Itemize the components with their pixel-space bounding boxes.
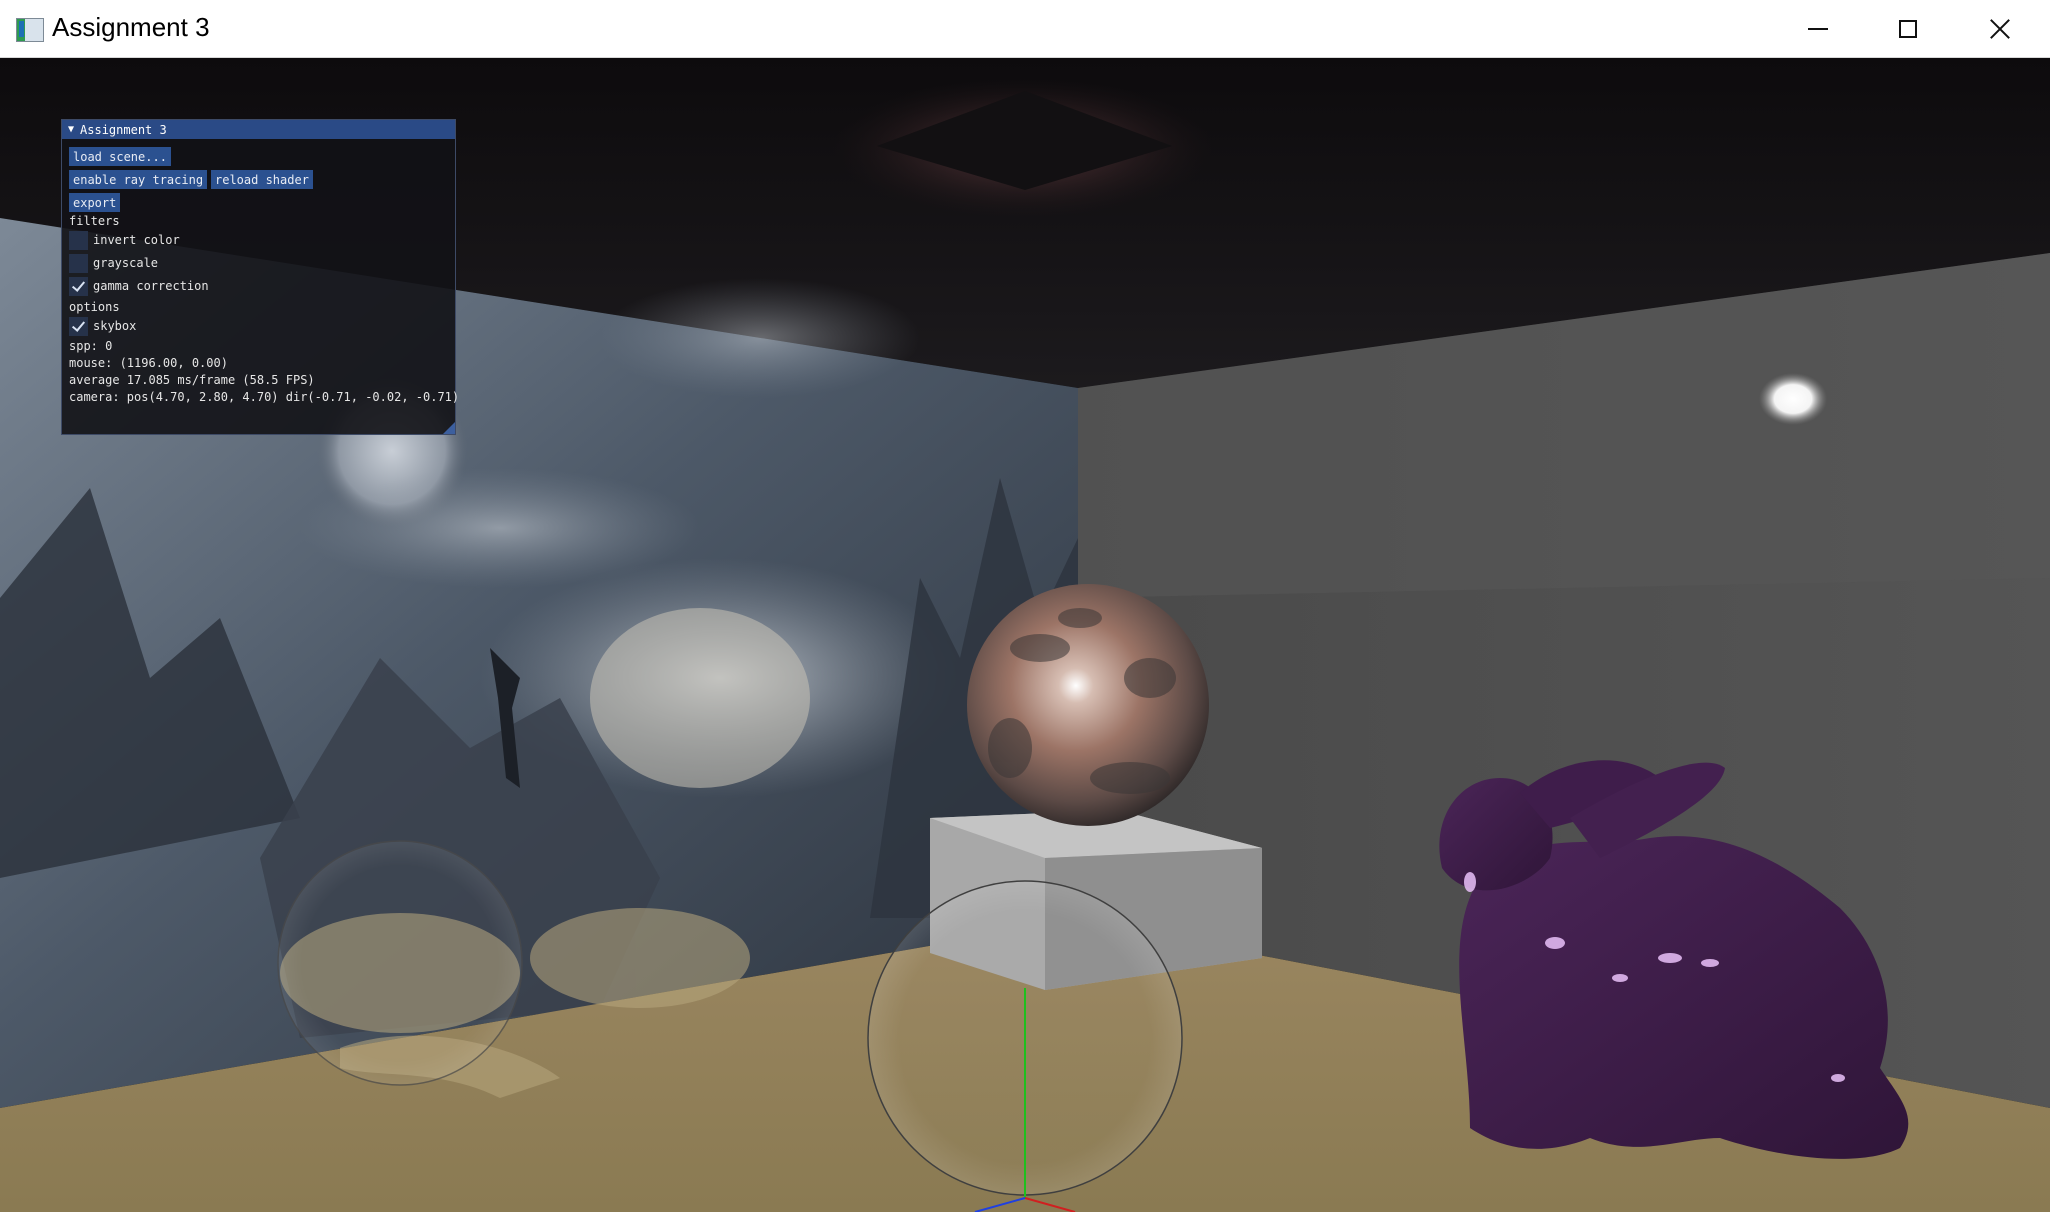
mouse-readout: mouse: (1196.00, 0.00) — [69, 356, 228, 370]
invert-color-checkbox[interactable] — [69, 231, 88, 250]
invert-color-label: invert color — [93, 233, 180, 247]
panel-header[interactable]: ▼ Assignment 3 — [62, 120, 455, 139]
enable-ray-tracing-button[interactable]: enable ray tracing — [69, 170, 208, 189]
resize-grip[interactable] — [443, 422, 455, 434]
export-button[interactable]: export — [69, 193, 121, 212]
minimize-button[interactable] — [1772, 0, 1864, 58]
options-label: options — [69, 300, 120, 314]
gamma-correction-checkbox[interactable] — [69, 277, 88, 296]
maximize-icon — [1899, 20, 1917, 38]
skybox-label: skybox — [93, 319, 137, 333]
camera-readout: camera: pos(4.70, 2.80, 4.70) dir(-0.71,… — [69, 390, 460, 404]
app-window-icon — [16, 18, 44, 42]
frame-time-readout: average 17.085 ms/frame (58.5 FPS) — [69, 373, 315, 387]
panel-title: Assignment 3 — [80, 122, 167, 137]
spp-readout: spp: 0 — [69, 339, 113, 353]
maximize-button[interactable] — [1862, 0, 1954, 58]
point-light — [1759, 373, 1827, 425]
grayscale-label: grayscale — [93, 256, 159, 270]
cloud-2 — [300, 468, 700, 588]
cloud-3 — [600, 278, 920, 398]
close-button[interactable] — [1954, 0, 2046, 58]
imgui-panel[interactable]: ▼ Assignment 3 load scene... enable ray … — [61, 119, 460, 435]
title-bar: Assignment 3 — [0, 0, 2050, 58]
glass-sphere-left — [277, 840, 523, 1086]
window-title: Assignment 3 — [52, 12, 210, 42]
close-icon — [1989, 18, 2011, 40]
render-viewport[interactable]: ▼ Assignment 3 load scene... enable ray … — [0, 58, 2050, 1212]
reload-shader-button[interactable]: reload shader — [211, 170, 313, 189]
gamma-correction-label: gamma correction — [93, 279, 209, 293]
collapse-triangle-icon[interactable]: ▼ — [68, 124, 74, 135]
filters-label: filters — [69, 214, 120, 228]
minimize-icon — [1808, 28, 1828, 30]
load-scene-button[interactable]: load scene... — [69, 147, 171, 166]
skybox-checkbox[interactable] — [69, 317, 88, 336]
grayscale-checkbox[interactable] — [69, 254, 88, 273]
